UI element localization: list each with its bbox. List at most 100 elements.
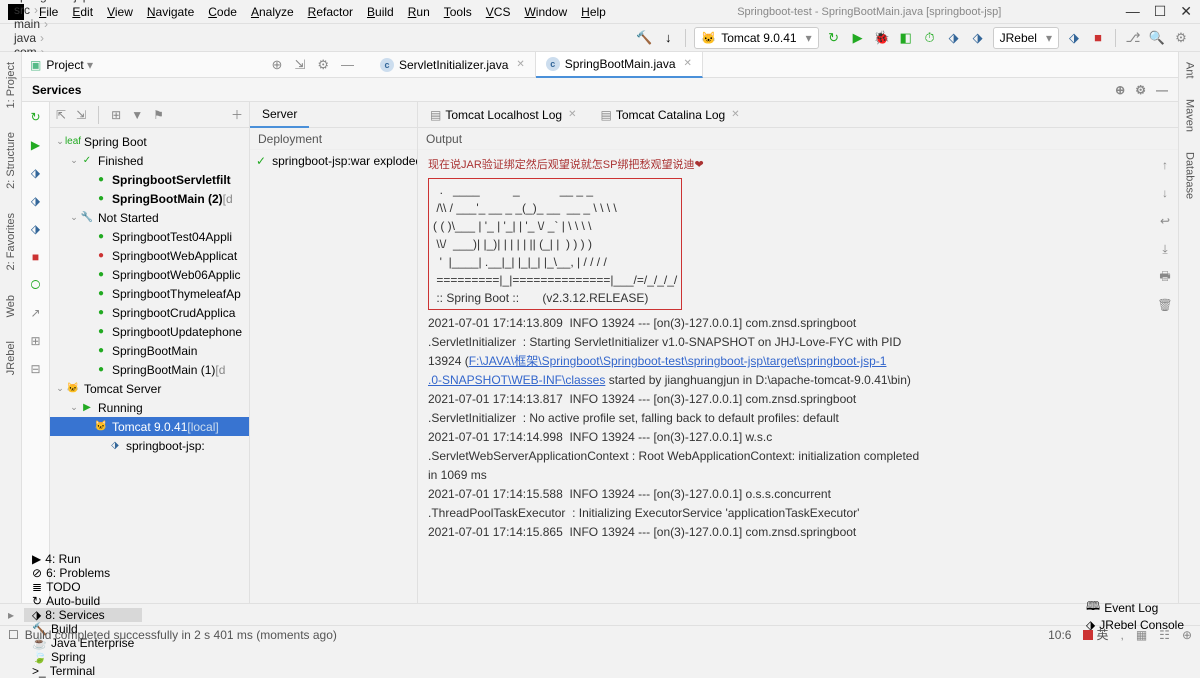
console-output[interactable]: 现在说JAR验证绑定然后观望说就怎SP绑把愁观望说迪❤ . ____ _ __ … bbox=[418, 150, 1178, 603]
svc-jr1-icon[interactable]: ⬗ bbox=[27, 164, 45, 182]
svc-open-icon[interactable]: ↗ bbox=[27, 304, 45, 322]
tree-node[interactable]: ●SpringBootMain (1) [d bbox=[50, 360, 249, 379]
down-arrow-icon[interactable]: ↓ bbox=[659, 29, 677, 47]
tab-close-icon[interactable]: ✕ bbox=[516, 59, 524, 70]
close-icon[interactable]: ✕ bbox=[1180, 3, 1192, 20]
rail-jrebel[interactable]: JRebel bbox=[5, 335, 17, 381]
search-icon[interactable]: 🔍 bbox=[1148, 29, 1166, 47]
deploy-artifact[interactable]: ✓ springboot-jsp:war exploded bbox=[250, 150, 417, 172]
jrebel-icon[interactable]: ⬗ bbox=[1065, 29, 1083, 47]
jrebel-run-icon[interactable]: ⬗ bbox=[945, 29, 963, 47]
expand-all-icon[interactable]: ⇱ bbox=[56, 108, 66, 122]
svc-more1-icon[interactable]: ⊞ bbox=[27, 332, 45, 350]
bottom-tool-todo[interactable]: ≣TODO bbox=[24, 580, 142, 594]
tree-node[interactable]: ●SpringbootThymeleafAp bbox=[50, 284, 249, 303]
tree-node[interactable]: ⌄🐱Tomcat Server bbox=[50, 379, 249, 398]
minimize-icon[interactable]: — bbox=[1126, 3, 1140, 20]
tree-node[interactable]: ⌄▶Running bbox=[50, 398, 249, 417]
tree-node[interactable]: ⌄🔧Not Started bbox=[50, 208, 249, 227]
soft-wrap-icon[interactable]: ↩ bbox=[1156, 212, 1174, 230]
filter-icon[interactable]: ▼ bbox=[131, 108, 143, 122]
locate-icon[interactable]: ⊕ bbox=[272, 57, 283, 73]
subtab-server[interactable]: Server bbox=[250, 102, 309, 128]
status-ind-3[interactable]: ☷ bbox=[1159, 628, 1170, 642]
hide-icon[interactable]: — bbox=[341, 57, 354, 72]
tree-node[interactable]: ●SpringbootWeb06Applic bbox=[50, 265, 249, 284]
rail-favorites[interactable]: 2: Favorites bbox=[5, 207, 17, 276]
menu-code[interactable]: Code bbox=[201, 5, 244, 19]
ime-indicator[interactable]: 英 bbox=[1083, 626, 1108, 643]
tool-window-icon[interactable]: ▸ bbox=[8, 608, 14, 622]
svc-more2-icon[interactable]: ⊟ bbox=[27, 360, 45, 378]
path-link[interactable]: F:\JAVA\框架\Springboot\Springboot-test\sp… bbox=[469, 354, 887, 368]
subtab-close-icon[interactable]: ✕ bbox=[568, 109, 576, 120]
run-icon[interactable]: ▶ bbox=[849, 29, 867, 47]
add-icon[interactable]: ＋ bbox=[231, 106, 243, 123]
scroll-down-icon[interactable]: ↓ bbox=[1156, 184, 1174, 202]
tree-node[interactable]: 🐱Tomcat 9.0.41 [local] bbox=[50, 417, 249, 436]
tree-node[interactable]: ●SpringBootMain (2) [d bbox=[50, 189, 249, 208]
rail-database[interactable]: Database bbox=[1184, 152, 1196, 199]
svc-stop-icon[interactable]: ■ bbox=[27, 248, 45, 266]
status-ind-1[interactable]: , bbox=[1120, 628, 1123, 642]
run-config-selector[interactable]: 🐱 Tomcat 9.0.41 bbox=[694, 27, 818, 49]
editor-tab[interactable]: cServletInitializer.java✕ bbox=[370, 52, 536, 78]
tree-node[interactable]: ●SpringbootWebApplicat bbox=[50, 246, 249, 265]
editor-tab[interactable]: cSpringBootMain.java✕ bbox=[536, 52, 703, 78]
path-link-2[interactable]: .0-SNAPSHOT\WEB-INF\classes bbox=[428, 373, 605, 387]
hammer-icon[interactable]: 🔨 bbox=[635, 29, 653, 47]
menu-analyze[interactable]: Analyze bbox=[244, 5, 301, 19]
tree-node[interactable]: ●SpringbootUpdatephone bbox=[50, 322, 249, 341]
svc-jr2-icon[interactable]: ⬗ bbox=[27, 192, 45, 210]
clear-icon[interactable]: 🗑 bbox=[1156, 296, 1174, 314]
rail-structure[interactable]: 2: Structure bbox=[5, 126, 17, 195]
maximize-icon[interactable]: ☐ bbox=[1154, 3, 1167, 20]
subtab-close-icon[interactable]: ✕ bbox=[731, 109, 739, 120]
svc-deploy-icon[interactable]: 🞅 bbox=[27, 276, 45, 294]
status-ind-2[interactable]: ▦ bbox=[1136, 628, 1147, 642]
bottom-tool-4-run[interactable]: ▶4: Run bbox=[24, 552, 142, 566]
services-locate-icon[interactable]: ⊕ bbox=[1115, 83, 1125, 97]
menu-window[interactable]: Window bbox=[517, 5, 574, 19]
rail-project[interactable]: 1: Project bbox=[5, 56, 17, 114]
print-icon[interactable]: 🖶 bbox=[1156, 268, 1174, 286]
group-icon[interactable]: ⊞ bbox=[111, 108, 121, 122]
menu-navigate[interactable]: Navigate bbox=[140, 5, 201, 19]
menu-help[interactable]: Help bbox=[574, 5, 613, 19]
vcs-icon[interactable]: ⎇ bbox=[1124, 29, 1142, 47]
bottom-tool-spring[interactable]: 🍃Spring bbox=[24, 650, 142, 664]
bottom-tool-6-problems[interactable]: ⊘6: Problems bbox=[24, 566, 142, 580]
tree-node[interactable]: ⌄leafSpring Boot bbox=[50, 132, 249, 151]
tag-icon[interactable]: ⚑ bbox=[153, 108, 164, 122]
crumb-4[interactable]: java bbox=[10, 31, 125, 45]
caret-position[interactable]: 10:6 bbox=[1048, 628, 1071, 642]
menu-build[interactable]: Build bbox=[360, 5, 401, 19]
rail-web[interactable]: Web bbox=[5, 289, 17, 323]
tree-node[interactable]: ⌄✓Finished bbox=[50, 151, 249, 170]
scroll-up-icon[interactable]: ↑ bbox=[1156, 156, 1174, 174]
jrebel-debug-icon[interactable]: ⬗ bbox=[969, 29, 987, 47]
scroll-end-icon[interactable]: ⤓ bbox=[1156, 240, 1174, 258]
rail-maven[interactable]: Maven bbox=[1184, 99, 1196, 132]
gear-icon[interactable]: ⚙ bbox=[317, 57, 329, 73]
rail-ant[interactable]: Ant bbox=[1184, 62, 1196, 79]
collapse-all-icon[interactable]: ⇲ bbox=[76, 108, 86, 122]
settings-icon[interactable]: ⚙ bbox=[1172, 29, 1190, 47]
collapse-icon[interactable]: ⇲ bbox=[294, 57, 305, 73]
svc-jr3-icon[interactable]: ⬗ bbox=[27, 220, 45, 238]
project-view-selector[interactable]: Project bbox=[46, 58, 93, 72]
services-gear-icon[interactable]: ⚙ bbox=[1135, 83, 1146, 97]
menu-refactor[interactable]: Refactor bbox=[301, 5, 360, 19]
debug-icon[interactable]: 🐞 bbox=[873, 29, 891, 47]
rerun-icon[interactable]: ↻ bbox=[825, 29, 843, 47]
crumb-2[interactable]: src bbox=[10, 3, 125, 17]
tree-node[interactable]: ●SpringbootTest04Appli bbox=[50, 227, 249, 246]
menu-run[interactable]: Run bbox=[401, 5, 437, 19]
svc-run-icon[interactable]: ▶ bbox=[27, 136, 45, 154]
menu-tools[interactable]: Tools bbox=[437, 5, 479, 19]
tree-node[interactable]: ●SpringBootMain bbox=[50, 341, 249, 360]
status-ind-4[interactable]: ⊕ bbox=[1182, 628, 1192, 642]
svc-rerun-icon[interactable]: ↻ bbox=[27, 108, 45, 126]
tree-node[interactable]: ●SpringbootServletfilt bbox=[50, 170, 249, 189]
bottom-tool-terminal[interactable]: >_Terminal bbox=[24, 664, 142, 678]
